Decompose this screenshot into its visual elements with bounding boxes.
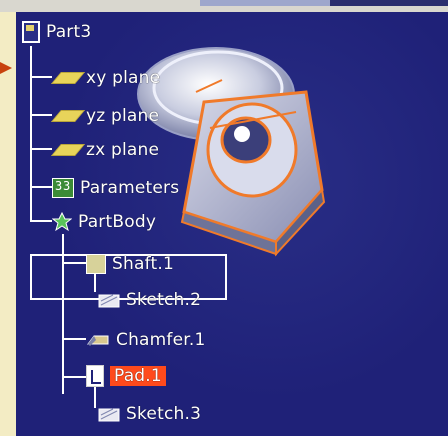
partbody-icon bbox=[52, 212, 72, 232]
tree-line-main bbox=[30, 46, 32, 222]
pad-icon bbox=[86, 365, 104, 387]
tree-line-h3 bbox=[30, 148, 52, 150]
tree-line-h4 bbox=[30, 186, 52, 188]
tree-node-label: yz plane bbox=[86, 106, 160, 126]
pointer-arrow-icon bbox=[0, 62, 12, 74]
sketch-icon bbox=[98, 405, 120, 423]
top-dark-bar bbox=[330, 0, 448, 6]
tree-node-shaft[interactable]: Shaft.1 bbox=[86, 252, 174, 276]
tree-node-label: Part3 bbox=[46, 22, 92, 42]
tree-node-label: Parameters bbox=[80, 178, 180, 198]
left-panel bbox=[0, 12, 16, 436]
top-accent bbox=[200, 0, 330, 6]
tree-node-label: Sketch.2 bbox=[126, 290, 202, 310]
tree-node-chamfer[interactable]: Chamfer.1 bbox=[86, 328, 206, 352]
tree-node-yz-plane[interactable]: yz plane bbox=[50, 104, 160, 128]
chamfer-icon bbox=[86, 332, 110, 348]
sketch-icon bbox=[98, 291, 120, 309]
tree-node-sketch2[interactable]: Sketch.2 bbox=[98, 288, 201, 312]
tree-node-part3[interactable]: Part3 bbox=[22, 20, 91, 44]
tree-node-parameters[interactable]: Parameters bbox=[52, 176, 179, 200]
tree-node-label: Chamfer.1 bbox=[116, 330, 206, 350]
plane-icon bbox=[50, 144, 86, 156]
tree-line-s2 bbox=[62, 338, 86, 340]
3d-viewport[interactable]: Part3 xy plane yz plane zx plane Paramet… bbox=[16, 12, 448, 436]
tree-node-label: PartBody bbox=[78, 212, 157, 232]
part-icon bbox=[22, 21, 40, 43]
tree-node-label: Pad.1 bbox=[110, 366, 166, 386]
parameters-icon bbox=[52, 178, 74, 198]
3d-part-model[interactable] bbox=[126, 32, 356, 262]
tree-node-label: Sketch.3 bbox=[126, 404, 202, 424]
shaft-icon bbox=[86, 254, 106, 274]
tree-node-label: xy plane bbox=[86, 68, 161, 88]
plane-icon bbox=[50, 110, 86, 122]
tree-line-s3 bbox=[62, 376, 86, 378]
tree-node-label: Shaft.1 bbox=[112, 254, 174, 274]
tree-node-xy-plane[interactable]: xy plane bbox=[50, 66, 161, 90]
tree-line-sub3 bbox=[94, 386, 96, 408]
tree-node-pad1[interactable]: Pad.1 bbox=[86, 364, 166, 388]
tree-node-label: zx plane bbox=[86, 140, 160, 160]
tree-node-sketch3[interactable]: Sketch.3 bbox=[98, 402, 201, 426]
plane-icon bbox=[50, 72, 86, 84]
tree-line-h1 bbox=[30, 76, 52, 78]
tree-line-h5 bbox=[30, 220, 52, 222]
tree-node-zx-plane[interactable]: zx plane bbox=[50, 138, 160, 162]
tree-line-h2 bbox=[30, 114, 52, 116]
tree-node-partbody[interactable]: PartBody bbox=[52, 210, 156, 234]
